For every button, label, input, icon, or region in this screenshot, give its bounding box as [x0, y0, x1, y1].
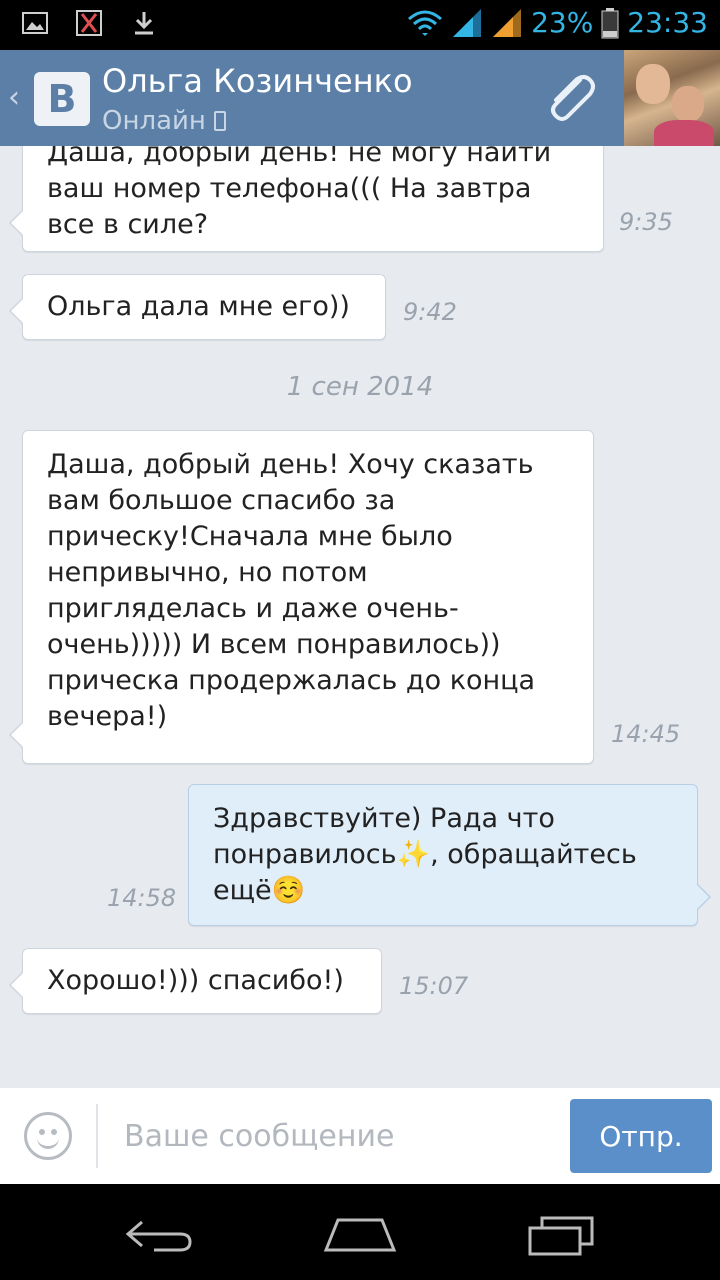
- message-line: Здравствуйте) Рада что: [213, 803, 555, 834]
- emoji-eye: [51, 1129, 57, 1135]
- avatar-face: [672, 86, 704, 122]
- message-line: понравилось✨, обращайтесь: [213, 839, 637, 870]
- incoming-message[interactable]: Даша, добрый день! не могу найти ваш ном…: [9, 146, 604, 252]
- message-line: ваш номер телефона((( На завтра: [47, 173, 532, 204]
- message-list[interactable]: Даша, добрый день! не могу найти ваш ном…: [0, 146, 720, 1088]
- message-line: Хорошо!))) спасибо!): [47, 965, 344, 996]
- contact-avatar[interactable]: [624, 50, 720, 146]
- status-bar: 23% 23:33: [0, 0, 720, 50]
- home-icon[interactable]: [322, 1214, 398, 1254]
- notification-icons: [22, 10, 156, 36]
- message-composer: Отпр.: [0, 1088, 720, 1184]
- avatar-shirt: [654, 120, 714, 146]
- message-line: прическу!Сначала мне было: [47, 521, 453, 552]
- emoji-eye: [39, 1129, 45, 1135]
- message-line: очень))))) И всем понравилось)): [47, 629, 501, 660]
- message-time: 15:07: [399, 972, 469, 1000]
- signal-icon: [453, 8, 482, 37]
- vk-logo[interactable]: В: [34, 72, 90, 126]
- message-time: 9:42: [403, 298, 457, 326]
- message-line: прическа продержалась до конца: [47, 665, 536, 696]
- message-time: 14:58: [107, 884, 177, 912]
- message-time: 9:35: [619, 208, 673, 236]
- contact-name[interactable]: Ольга Козинченко: [102, 62, 413, 100]
- navigation-bar: [0, 1184, 720, 1280]
- message-line: все в силе?: [47, 209, 209, 240]
- incoming-message[interactable]: Даша, добрый день! Хочу сказать вам боль…: [9, 430, 594, 764]
- clock: 23:33: [627, 6, 708, 39]
- wifi-icon: [408, 10, 443, 36]
- incoming-message[interactable]: Ольга дала мне его)): [9, 274, 386, 340]
- message-time: 14:45: [611, 720, 681, 748]
- battery-percent: 23%: [531, 6, 594, 39]
- contact-status: Онлайн: [102, 106, 226, 136]
- download-icon: [135, 12, 153, 35]
- avatar-face: [636, 64, 670, 104]
- image-notification-icon: [22, 12, 48, 34]
- message-line: вечера!): [47, 701, 168, 732]
- chat-header: ‹ В Ольга Козинченко Онлайн: [0, 50, 720, 146]
- back-chevron-icon[interactable]: ‹: [8, 80, 20, 115]
- back-icon[interactable]: [124, 1214, 194, 1254]
- mobile-phone-icon: [213, 111, 226, 131]
- battery-icon: [601, 7, 619, 38]
- recent-apps-icon[interactable]: [526, 1214, 596, 1258]
- send-button[interactable]: Отпр.: [570, 1099, 712, 1173]
- signal-icon-2: [493, 8, 522, 37]
- app-notification-icon: [76, 10, 102, 36]
- message-line: вам большое спасибо за: [47, 485, 396, 516]
- outgoing-message[interactable]: Здравствуйте) Рада что понравилось✨, обр…: [188, 784, 711, 926]
- message-line: Даша, добрый день! не могу найти: [47, 146, 552, 168]
- online-status-text: Онлайн: [102, 106, 206, 136]
- message-line: ещё☺️: [213, 875, 306, 906]
- emoji-icon[interactable]: [24, 1112, 72, 1160]
- message-input[interactable]: [110, 1108, 550, 1164]
- message-line: Даша, добрый день! Хочу сказать: [47, 449, 534, 480]
- date-separator: 1 сен 2014: [286, 372, 434, 402]
- message-line: Ольга дала мне его)): [47, 291, 350, 322]
- composer-divider: [96, 1104, 98, 1168]
- attach-icon[interactable]: [540, 68, 600, 128]
- system-icons: 23% 23:33: [407, 6, 708, 39]
- message-line: непривычно, но потом: [47, 557, 368, 588]
- message-line: пригляделась и даже очень-: [47, 593, 459, 624]
- incoming-message[interactable]: Хорошо!))) спасибо!): [9, 948, 382, 1014]
- emoji-mouth: [37, 1137, 59, 1149]
